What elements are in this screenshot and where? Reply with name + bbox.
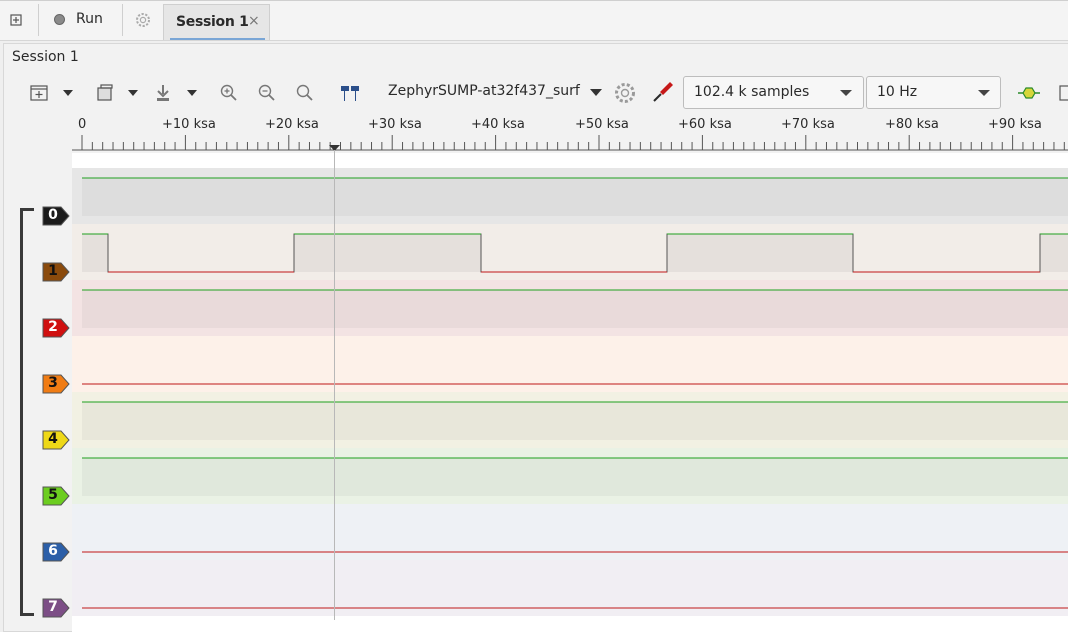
channel-label-7[interactable]: 7 [42, 598, 70, 618]
channel-number: 7 [48, 599, 58, 615]
channel-number: 4 [48, 431, 58, 447]
channel-number: 5 [48, 487, 58, 503]
signal-band [294, 234, 481, 272]
signal-band [82, 458, 1068, 496]
signal-band [82, 290, 1068, 328]
channel-label-2[interactable]: 2 [42, 318, 70, 338]
waveform-ch1 [82, 233, 1068, 273]
channel-number: 2 [48, 319, 58, 335]
channel-number: 6 [48, 543, 58, 559]
channel-label-5[interactable]: 5 [42, 486, 70, 506]
channel-label-1[interactable]: 1 [42, 262, 70, 282]
channel-number: 0 [48, 207, 58, 223]
channel-number: 3 [48, 375, 58, 391]
channel-number: 1 [48, 263, 58, 279]
waveforms [82, 150, 1068, 620]
signal-band [667, 234, 853, 272]
channel-label-4[interactable]: 4 [42, 430, 70, 450]
signal-band [82, 234, 108, 272]
signal-band [1040, 234, 1068, 272]
channel-label-0[interactable]: 0 [42, 206, 70, 226]
channel-label-6[interactable]: 6 [42, 542, 70, 562]
signal-band [82, 402, 1068, 440]
signal-band [82, 178, 1068, 216]
channel-group-bracket[interactable] [20, 208, 34, 616]
channel-label-3[interactable]: 3 [42, 374, 70, 394]
